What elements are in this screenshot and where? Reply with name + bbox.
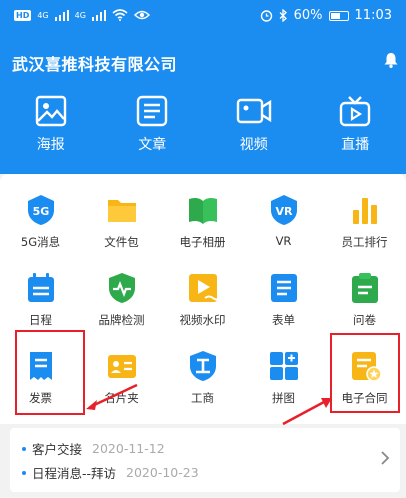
battery-level xyxy=(330,12,340,19)
live-icon xyxy=(340,96,371,127)
status-time: 11:03 xyxy=(354,8,392,23)
status-left: HD 4G 4G xyxy=(14,9,150,21)
news-item[interactable]: 日程消息--拜访 2020-10-23 xyxy=(22,463,199,482)
news-item[interactable]: 客户交接 2020-11-12 xyxy=(22,439,165,458)
business-icon xyxy=(189,351,216,381)
svg-text:VR: VR xyxy=(275,205,293,218)
chevron-right-icon[interactable] xyxy=(380,450,390,466)
status-right: 60% 11:03 xyxy=(260,8,392,23)
signal-label-1: 4G xyxy=(37,10,49,20)
quick-video[interactable]: 视频 xyxy=(203,94,305,154)
arrow-to-contract-icon xyxy=(282,398,332,426)
album-icon xyxy=(188,197,217,224)
5g-icon: 5G xyxy=(27,195,54,225)
arrow-to-invoice-icon xyxy=(86,383,138,410)
news-title: 日程消息--拜访 xyxy=(32,466,117,481)
feature-label: 电子相册 xyxy=(179,235,226,249)
feature-label: 表单 xyxy=(272,313,295,327)
bluetooth-icon xyxy=(279,9,287,22)
video-icon xyxy=(236,98,271,124)
grid-row: 5G 5G消息 文件包 电子相册 VR VR 员工排行 xyxy=(0,192,406,266)
bar-chart-icon xyxy=(352,198,377,224)
signal-icon xyxy=(91,9,106,21)
alarm-icon xyxy=(260,10,272,22)
feature-video-watermark[interactable]: 视频水印 xyxy=(162,270,243,344)
bullet-dot xyxy=(22,470,26,475)
feature-label: 5G消息 xyxy=(20,235,61,249)
eye-icon xyxy=(133,10,150,20)
feature-label: 品牌检测 xyxy=(98,313,145,327)
feature-business[interactable]: 工商 xyxy=(162,348,243,422)
hd-badge: HD xyxy=(14,9,32,21)
feature-label: VR xyxy=(275,234,292,248)
feature-label: 员工排行 xyxy=(341,235,388,249)
news-panel[interactable]: 客户交接 2020-11-12 日程消息--拜访 2020-10-23 xyxy=(10,428,400,492)
header: 武汉喜推科技有限公司 海报 文章 视频 直播 xyxy=(0,38,406,174)
news-title: 客户交接 xyxy=(32,442,83,457)
quick-label: 海报 xyxy=(36,137,65,153)
news-date: 2020-10-23 xyxy=(126,465,199,480)
quick-poster[interactable]: 海报 xyxy=(0,94,102,154)
poster-icon xyxy=(35,95,66,127)
bell-icon[interactable] xyxy=(382,51,400,69)
feature-label: 视频水印 xyxy=(179,313,226,327)
quick-label: 视频 xyxy=(239,137,268,153)
bullet-dot xyxy=(22,446,26,451)
feature-vr[interactable]: VR VR xyxy=(243,192,324,266)
feature-label: 日程 xyxy=(29,313,52,327)
feature-file-package[interactable]: 文件包 xyxy=(81,192,162,266)
feature-form[interactable]: 表单 xyxy=(243,270,324,344)
signal-label-2: 4G xyxy=(74,10,86,20)
card-holder-icon xyxy=(107,355,136,378)
company-name: 武汉喜推科技有限公司 xyxy=(12,55,178,74)
feature-e-album[interactable]: 电子相册 xyxy=(162,192,243,266)
folder-icon xyxy=(107,200,136,222)
status-bar: HD 4G 4G 60% 11:03 xyxy=(0,0,406,38)
quick-article[interactable]: 文章 xyxy=(102,94,204,154)
vr-icon: VR xyxy=(270,195,297,225)
contract-highlight-box xyxy=(330,333,400,413)
quick-label: 直播 xyxy=(341,137,370,153)
questionnaire-icon xyxy=(351,273,378,303)
feature-5g-message[interactable]: 5G 5G消息 xyxy=(0,192,81,266)
video-watermark-icon xyxy=(188,274,220,302)
article-icon xyxy=(137,95,168,127)
feature-label: 文件包 xyxy=(104,235,139,249)
quick-actions: 海报 文章 视频 直播 xyxy=(0,94,406,154)
battery-percent: 60% xyxy=(293,8,323,23)
svg-text:5G: 5G xyxy=(32,205,49,218)
calendar-icon xyxy=(27,273,54,302)
puzzle-icon xyxy=(269,352,298,380)
form-icon xyxy=(270,274,297,302)
feature-staff-ranking[interactable]: 员工排行 xyxy=(324,192,405,266)
wifi-icon xyxy=(112,9,128,21)
signal-icon xyxy=(54,9,69,21)
news-date: 2020-11-12 xyxy=(92,441,165,456)
feature-label: 问卷 xyxy=(353,313,376,327)
feature-label: 工商 xyxy=(191,391,214,405)
shield-icon xyxy=(108,273,135,303)
battery-icon xyxy=(328,10,349,21)
quick-label: 文章 xyxy=(138,137,167,153)
quick-live[interactable]: 直播 xyxy=(305,94,406,154)
invoice-highlight-box xyxy=(15,330,85,415)
feature-brand-check[interactable]: 品牌检测 xyxy=(81,270,162,344)
